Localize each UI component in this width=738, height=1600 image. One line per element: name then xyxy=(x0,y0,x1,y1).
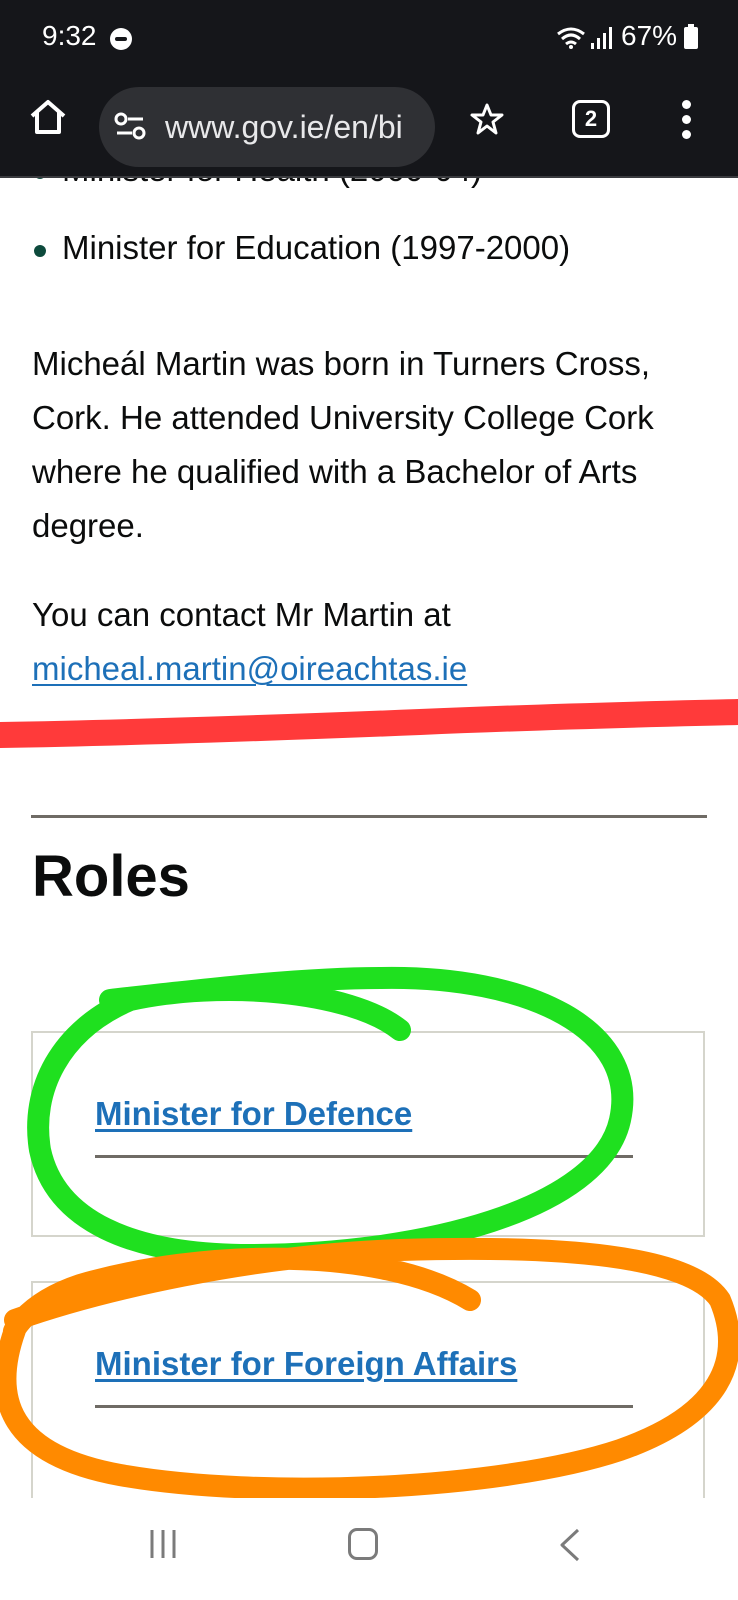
home-nav-icon[interactable] xyxy=(348,1528,378,1560)
role-link-defence[interactable]: Minister for Defence xyxy=(95,1095,412,1133)
status-time: 9:32 xyxy=(42,20,97,51)
bookmark-star-icon[interactable] xyxy=(470,102,504,136)
section-divider xyxy=(31,815,707,818)
home-icon[interactable] xyxy=(28,98,68,136)
role-underline xyxy=(95,1405,633,1408)
biography-paragraph: Micheál Martin was born in Turners Cross… xyxy=(32,345,654,544)
contact-paragraph: You can contact Mr Martin at micheal.mar… xyxy=(32,588,692,696)
more-menu-icon[interactable] xyxy=(682,100,692,145)
signal-icon xyxy=(591,27,612,49)
system-nav-bar xyxy=(0,1498,738,1600)
page-content: Minister for Health (2000-04) Minister f… xyxy=(0,178,738,1498)
contact-text: You can contact Mr Martin at xyxy=(32,596,451,633)
list-item: Minister for Education (1997-2000) xyxy=(30,228,570,306)
role-link-foreign-affairs[interactable]: Minister for Foreign Affairs xyxy=(95,1345,517,1383)
url-text[interactable]: www.gov.ie/en/bi xyxy=(165,109,427,146)
wifi-icon xyxy=(557,27,585,49)
ministerial-history-list: Minister for Health (2000-04) Minister f… xyxy=(30,178,570,306)
status-bar: 9:32 67% xyxy=(0,0,738,78)
role-card: Minister for Foreign Affairs xyxy=(31,1281,705,1498)
role-card: Minister for Defence xyxy=(31,1031,705,1237)
address-bar[interactable]: www.gov.ie/en/bi xyxy=(99,87,435,167)
do-not-disturb-icon xyxy=(110,28,132,50)
email-link[interactable]: micheal.martin@oireachtas.ie xyxy=(32,650,467,687)
list-item: Minister for Health (2000-04) xyxy=(30,178,570,228)
battery-percentage: 67% xyxy=(621,20,678,51)
tabs-icon[interactable]: 2 xyxy=(572,100,610,138)
roles-heading: Roles xyxy=(32,844,190,909)
back-icon[interactable] xyxy=(558,1528,582,1562)
recents-icon[interactable] xyxy=(148,1528,178,1560)
browser-toolbar: www.gov.ie/en/bi 2 xyxy=(0,78,738,178)
site-settings-icon[interactable] xyxy=(113,111,147,141)
role-underline xyxy=(95,1155,633,1158)
battery-icon xyxy=(684,24,698,49)
